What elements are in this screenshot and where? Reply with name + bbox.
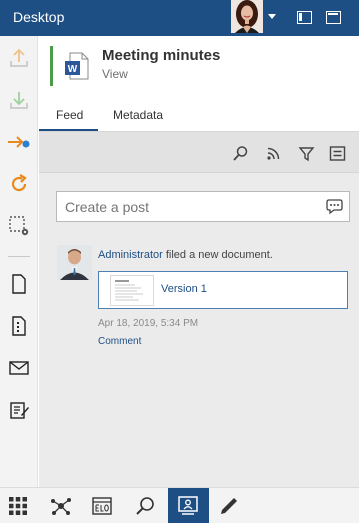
administrator-avatar[interactable]: [57, 245, 92, 280]
presentation-icon[interactable]: [176, 494, 200, 518]
upload-icon[interactable]: [7, 46, 31, 70]
filter-icon[interactable]: [298, 145, 315, 162]
version-label[interactable]: Version 1: [161, 283, 207, 295]
apps-grid-icon[interactable]: [6, 494, 30, 518]
download-icon[interactable]: [7, 88, 31, 112]
user-link[interactable]: Administrator: [98, 249, 163, 261]
rail-divider: [8, 256, 30, 257]
new-document-icon[interactable]: [7, 272, 31, 296]
window-layout-icon[interactable]: [326, 11, 341, 24]
document-title: Meeting minutes: [102, 47, 221, 64]
document-thumbnail: [110, 275, 154, 306]
select-settings-icon[interactable]: [7, 214, 31, 238]
mail-icon[interactable]: [7, 356, 31, 380]
document-subtitle: View: [102, 67, 128, 81]
network-icon[interactable]: [49, 494, 73, 518]
tab-metadata[interactable]: Metadata: [113, 108, 163, 122]
function-rail: [0, 36, 38, 487]
activity-action: filed a new document.: [162, 249, 273, 261]
edit-note-icon[interactable]: [7, 398, 31, 422]
rss-feed-icon[interactable]: [265, 145, 282, 162]
comment-link[interactable]: Comment: [98, 336, 141, 347]
elo-archive-icon[interactable]: [90, 494, 114, 518]
comment-bubble-icon[interactable]: [326, 198, 343, 215]
refresh-icon[interactable]: [7, 172, 31, 196]
create-post-input[interactable]: [57, 192, 307, 221]
feed-toolbar: [39, 131, 359, 173]
create-post-field[interactable]: [56, 191, 350, 222]
search-icon[interactable]: [133, 494, 157, 518]
new-form-icon[interactable]: [7, 314, 31, 338]
user-avatar[interactable]: [231, 0, 263, 33]
sidebar-layout-icon[interactable]: [297, 11, 312, 24]
version-card[interactable]: Version 1: [98, 271, 348, 309]
pen-icon[interactable]: [217, 494, 241, 518]
activity-text: Administrator filed a new document.: [98, 249, 273, 261]
title-bar: Desktop: [0, 0, 359, 36]
user-menu-chevron-down-icon[interactable]: [268, 14, 276, 19]
file-type-letter: W: [68, 64, 78, 75]
feed-panel: Administrator filed a new document. Vers…: [39, 131, 359, 487]
post-timestamp: Apr 18, 2019, 5:34 PM: [98, 318, 199, 329]
list-view-icon[interactable]: [329, 145, 346, 162]
word-document-icon: W: [64, 52, 90, 80]
checkin-icon[interactable]: [7, 130, 31, 154]
search-icon[interactable]: [232, 145, 249, 162]
tab-feed[interactable]: Feed: [56, 108, 83, 122]
window-title: Desktop: [13, 9, 65, 25]
document-status-bar: [50, 46, 53, 86]
bottom-navigation: [0, 487, 359, 523]
